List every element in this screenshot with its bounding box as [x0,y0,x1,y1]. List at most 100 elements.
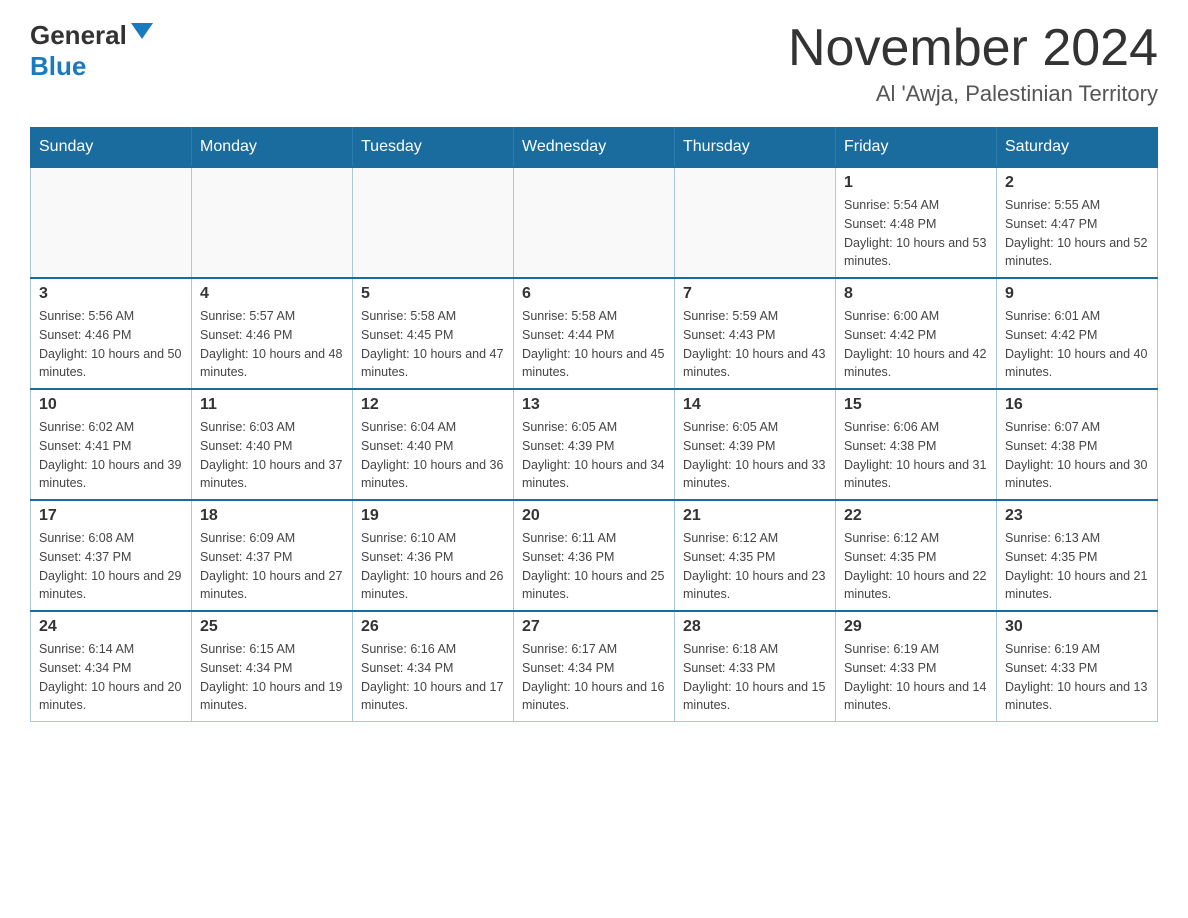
calendar-cell: 21 Sunrise: 6:12 AMSunset: 4:35 PMDayligh… [675,500,836,611]
calendar-cell: 24 Sunrise: 6:14 AMSunset: 4:34 PMDayligh… [31,611,192,722]
weekday-header-monday: Monday [192,128,353,168]
day-info: Sunrise: 5:57 AMSunset: 4:46 PMDaylight:… [200,307,344,382]
day-info: Sunrise: 6:15 AMSunset: 4:34 PMDaylight:… [200,640,344,715]
day-number: 23 [1005,507,1149,525]
day-info: Sunrise: 5:58 AMSunset: 4:45 PMDaylight:… [361,307,505,382]
day-info: Sunrise: 6:03 AMSunset: 4:40 PMDaylight:… [200,418,344,493]
calendar-cell: 26 Sunrise: 6:16 AMSunset: 4:34 PMDayligh… [353,611,514,722]
calendar-cell: 4Sunrise: 5:57 AMSunset: 4:46 PMDaylight… [192,278,353,389]
day-info: Sunrise: 6:05 AMSunset: 4:39 PMDaylight:… [522,418,666,493]
day-number: 7 [683,285,827,303]
calendar-cell: 2 Sunrise: 5:55 AMSunset: 4:47 PMDaylight… [997,167,1158,278]
calendar-week-row: 10 Sunrise: 6:02 AMSunset: 4:41 PMDayligh… [31,389,1158,500]
weekday-header-sunday: Sunday [31,128,192,168]
calendar-cell [514,167,675,278]
weekday-header-friday: Friday [836,128,997,168]
day-number: 25 [200,618,344,636]
day-info: Sunrise: 6:19 AMSunset: 4:33 PMDaylight:… [844,640,988,715]
calendar-cell: 12Sunrise: 6:04 AMSunset: 4:40 PMDayligh… [353,389,514,500]
day-number: 5 [361,285,505,303]
day-number: 15 [844,396,988,414]
day-number: 13 [522,396,666,414]
day-info: Sunrise: 6:05 AMSunset: 4:39 PMDaylight:… [683,418,827,493]
calendar-cell: 10 Sunrise: 6:02 AMSunset: 4:41 PMDayligh… [31,389,192,500]
calendar-cell: 11Sunrise: 6:03 AMSunset: 4:40 PMDayligh… [192,389,353,500]
day-number: 18 [200,507,344,525]
calendar-cell: 18 Sunrise: 6:09 AMSunset: 4:37 PMDayligh… [192,500,353,611]
calendar-week-row: 3Sunrise: 5:56 AMSunset: 4:46 PMDaylight… [31,278,1158,389]
weekday-header-tuesday: Tuesday [353,128,514,168]
day-info: Sunrise: 6:18 AMSunset: 4:33 PMDaylight:… [683,640,827,715]
day-info: Sunrise: 6:00 AMSunset: 4:42 PMDaylight:… [844,307,988,382]
weekday-header-wednesday: Wednesday [514,128,675,168]
day-number: 8 [844,285,988,303]
day-number: 19 [361,507,505,525]
calendar-cell: 20 Sunrise: 6:11 AMSunset: 4:36 PMDayligh… [514,500,675,611]
calendar-table: SundayMondayTuesdayWednesdayThursdayFrid… [30,127,1158,722]
logo-blue-text: Blue [30,51,86,82]
day-number: 30 [1005,618,1149,636]
day-number: 9 [1005,285,1149,303]
calendar-cell: 19 Sunrise: 6:10 AMSunset: 4:36 PMDayligh… [353,500,514,611]
calendar-cell: 14 Sunrise: 6:05 AMSunset: 4:39 PMDayligh… [675,389,836,500]
day-info: Sunrise: 6:14 AMSunset: 4:34 PMDaylight:… [39,640,183,715]
calendar-cell: 17 Sunrise: 6:08 AMSunset: 4:37 PMDayligh… [31,500,192,611]
day-number: 10 [39,396,183,414]
day-info: Sunrise: 6:02 AMSunset: 4:41 PMDaylight:… [39,418,183,493]
day-info: Sunrise: 5:54 AMSunset: 4:48 PMDaylight:… [844,196,988,271]
calendar-cell: 25 Sunrise: 6:15 AMSunset: 4:34 PMDayligh… [192,611,353,722]
day-info: Sunrise: 6:19 AMSunset: 4:33 PMDaylight:… [1005,640,1149,715]
day-number: 26 [361,618,505,636]
day-number: 28 [683,618,827,636]
day-number: 24 [39,618,183,636]
day-info: Sunrise: 6:11 AMSunset: 4:36 PMDaylight:… [522,529,666,604]
day-info: Sunrise: 6:17 AMSunset: 4:34 PMDaylight:… [522,640,666,715]
calendar-cell: 29 Sunrise: 6:19 AMSunset: 4:33 PMDayligh… [836,611,997,722]
calendar-header-row: SundayMondayTuesdayWednesdayThursdayFrid… [31,128,1158,168]
day-info: Sunrise: 6:12 AMSunset: 4:35 PMDaylight:… [844,529,988,604]
day-number: 6 [522,285,666,303]
calendar-cell: 6 Sunrise: 5:58 AMSunset: 4:44 PMDaylight… [514,278,675,389]
calendar-cell: 22 Sunrise: 6:12 AMSunset: 4:35 PMDayligh… [836,500,997,611]
calendar-cell: 8 Sunrise: 6:00 AMSunset: 4:42 PMDaylight… [836,278,997,389]
day-info: Sunrise: 6:10 AMSunset: 4:36 PMDaylight:… [361,529,505,604]
day-number: 3 [39,285,183,303]
day-info: Sunrise: 6:16 AMSunset: 4:34 PMDaylight:… [361,640,505,715]
day-number: 16 [1005,396,1149,414]
month-year-title: November 2024 [788,20,1158,77]
day-info: Sunrise: 5:55 AMSunset: 4:47 PMDaylight:… [1005,196,1149,271]
day-info: Sunrise: 6:07 AMSunset: 4:38 PMDaylight:… [1005,418,1149,493]
calendar-week-row: 24 Sunrise: 6:14 AMSunset: 4:34 PMDayligh… [31,611,1158,722]
page-header: General Blue November 2024 Al 'Awja, Pal… [30,20,1158,107]
day-number: 14 [683,396,827,414]
day-info: Sunrise: 6:08 AMSunset: 4:37 PMDaylight:… [39,529,183,604]
calendar-week-row: 1 Sunrise: 5:54 AMSunset: 4:48 PMDaylight… [31,167,1158,278]
day-number: 17 [39,507,183,525]
logo-triangle-icon [131,23,153,39]
day-info: Sunrise: 6:13 AMSunset: 4:35 PMDaylight:… [1005,529,1149,604]
day-info: Sunrise: 5:59 AMSunset: 4:43 PMDaylight:… [683,307,827,382]
day-number: 27 [522,618,666,636]
day-number: 2 [1005,174,1149,192]
day-info: Sunrise: 6:04 AMSunset: 4:40 PMDaylight:… [361,418,505,493]
day-info: Sunrise: 5:58 AMSunset: 4:44 PMDaylight:… [522,307,666,382]
day-info: Sunrise: 6:06 AMSunset: 4:38 PMDaylight:… [844,418,988,493]
day-number: 29 [844,618,988,636]
day-info: Sunrise: 6:12 AMSunset: 4:35 PMDaylight:… [683,529,827,604]
calendar-cell: 7 Sunrise: 5:59 AMSunset: 4:43 PMDaylight… [675,278,836,389]
calendar-cell [675,167,836,278]
calendar-week-row: 17 Sunrise: 6:08 AMSunset: 4:37 PMDayligh… [31,500,1158,611]
weekday-header-thursday: Thursday [675,128,836,168]
logo-general-text: General [30,20,127,51]
day-info: Sunrise: 6:09 AMSunset: 4:37 PMDaylight:… [200,529,344,604]
calendar-cell: 9Sunrise: 6:01 AMSunset: 4:42 PMDaylight… [997,278,1158,389]
day-number: 22 [844,507,988,525]
day-number: 20 [522,507,666,525]
calendar-cell [353,167,514,278]
day-number: 1 [844,174,988,192]
day-number: 21 [683,507,827,525]
calendar-cell: 13 Sunrise: 6:05 AMSunset: 4:39 PMDayligh… [514,389,675,500]
calendar-cell [31,167,192,278]
calendar-cell: 1 Sunrise: 5:54 AMSunset: 4:48 PMDaylight… [836,167,997,278]
calendar-cell: 3Sunrise: 5:56 AMSunset: 4:46 PMDaylight… [31,278,192,389]
